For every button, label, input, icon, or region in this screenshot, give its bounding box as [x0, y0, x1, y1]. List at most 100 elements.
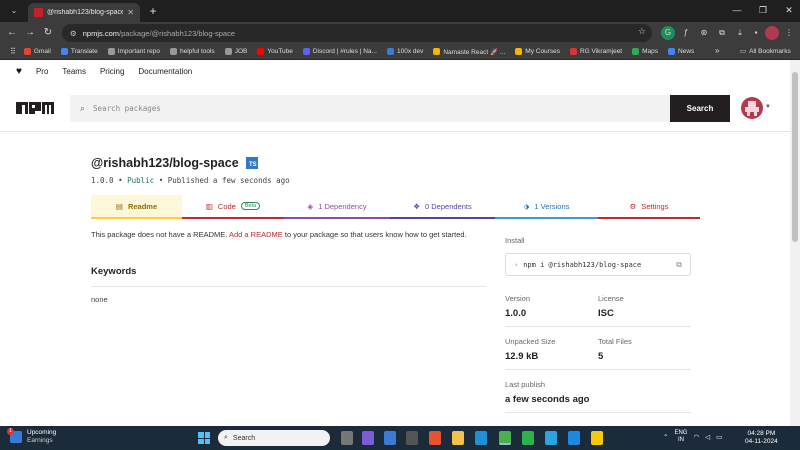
vscode-icon[interactable] — [568, 431, 580, 445]
search-icon: ⌕ — [80, 103, 86, 113]
gear-icon: ⚙ — [629, 201, 637, 211]
reload-icon[interactable]: ↻ — [40, 25, 56, 41]
unpacked-size-label: Unpacked Size — [505, 337, 556, 346]
bookmarks-overflow-button[interactable]: » — [715, 46, 719, 55]
tab-code[interactable]: ▥ Code Beta — [182, 195, 284, 219]
page-scrollbar[interactable] — [790, 60, 800, 426]
close-window-icon[interactable]: ✕ — [778, 2, 800, 18]
browser-tab-active[interactable]: @rishabh123/blog-space - npm ✕ — [28, 3, 140, 22]
keywords-value: none — [91, 295, 108, 304]
bookmark-star-icon[interactable]: ☆ — [638, 26, 646, 37]
wifi-icon[interactable]: ◠ — [693, 433, 699, 441]
extension-icon[interactable]: ⊛ — [697, 26, 711, 40]
bookmark-item[interactable]: JOB — [224, 48, 247, 56]
extension-icon[interactable]: ƒ — [679, 26, 693, 40]
add-readme-link[interactable]: Add a README — [229, 230, 283, 239]
nav-documentation[interactable]: Documentation — [138, 67, 192, 76]
menu-kebab-icon[interactable]: ⋮ — [782, 26, 796, 40]
volume-icon[interactable]: ◁ — [705, 433, 710, 441]
typescript-badge-icon: TS — [245, 157, 258, 169]
address-bar[interactable]: ⚙ npmjs.com/package/@rishabh123/blog-spa… — [62, 24, 652, 42]
tab-versions[interactable]: ⬗ 1 Versions — [495, 195, 598, 219]
taskbar-search[interactable]: ⌕ Search — [218, 430, 330, 446]
back-icon[interactable]: ← — [4, 25, 20, 41]
telegram-icon[interactable] — [545, 431, 557, 445]
apps-grid-icon[interactable]: ⠿ — [10, 47, 16, 56]
bookmark-favicon-icon — [257, 48, 265, 55]
search-box: ⌕ — [70, 95, 670, 122]
sticky-notes-icon[interactable] — [591, 431, 603, 445]
bookmark-item[interactable]: RG Vikramjeet — [569, 48, 622, 56]
copilot-icon[interactable] — [362, 431, 374, 445]
bookmark-favicon-icon — [386, 48, 394, 55]
package-name: @rishabh123/blog-space — [91, 156, 239, 170]
whatsapp-icon[interactable] — [522, 431, 534, 445]
bookmark-item[interactable]: 100x dev — [386, 48, 423, 56]
store-app-icon[interactable] — [406, 431, 418, 445]
task-view-icon[interactable] — [341, 431, 353, 445]
forward-icon[interactable]: → — [22, 25, 38, 41]
bookmark-item[interactable]: News — [668, 48, 694, 56]
file-icon: ▤ — [115, 201, 123, 211]
box-icon: ◈ — [307, 201, 314, 211]
scrollbar-thumb[interactable] — [792, 72, 798, 242]
avatar-dropdown-chevron-icon[interactable]: ▼ — [765, 104, 771, 110]
language-indicator[interactable]: ENG IN — [674, 430, 687, 444]
tab-close-icon[interactable]: ✕ — [127, 8, 134, 17]
search-icon: ⌕ — [224, 434, 228, 441]
bookmark-item[interactable]: Gmail — [23, 48, 51, 56]
tab-dependencies[interactable]: ◈ 1 Dependency — [284, 195, 390, 219]
install-command-box[interactable]: › npm i @rishabh123/blog-space ⧉ — [505, 253, 691, 276]
bookmark-item[interactable]: Important repo — [107, 48, 160, 56]
version-label: Version — [505, 294, 531, 303]
bookmark-item[interactable]: YouTube — [257, 48, 293, 56]
nav-pro[interactable]: Pro — [36, 67, 48, 76]
site-info-icon[interactable]: ⚙ — [70, 29, 77, 38]
bookmark-list: Gmail Translate Important repo helpful tool… — [23, 48, 704, 56]
windows-start-icon[interactable] — [198, 432, 210, 444]
npm-logo[interactable] — [16, 102, 54, 114]
bookmark-item[interactable]: Namaste React 🚀 ... — [433, 48, 505, 56]
bookmark-item[interactable]: Translate — [60, 48, 98, 56]
edge-browser-icon[interactable] — [475, 431, 487, 445]
tab-readme[interactable]: ▤ Readme — [91, 195, 182, 219]
new-tab-button[interactable]: + — [146, 3, 160, 19]
maximize-icon[interactable]: ❐ — [752, 2, 774, 18]
extension-icon[interactable]: ▪ — [749, 26, 763, 40]
brave-browser-icon[interactable] — [429, 431, 441, 445]
all-bookmarks-button[interactable]: ▭ All Bookmarks — [740, 47, 791, 56]
nav-pricing[interactable]: Pricing — [100, 67, 124, 76]
profile-avatar-icon[interactable] — [765, 26, 779, 40]
file-explorer-icon[interactable] — [452, 431, 464, 445]
calendar-app-icon[interactable] — [384, 431, 396, 445]
tab-search-chevron-icon[interactable]: ⌄ — [6, 4, 22, 18]
keywords-heading: Keywords — [91, 266, 137, 277]
tray-chevron-up-icon[interactable]: ⌃ — [663, 433, 668, 441]
total-files-label: Total Files — [598, 337, 632, 346]
tab-dependents[interactable]: ❖ 0 Dependents — [390, 195, 495, 219]
weather-widget[interactable]: 1 Upcoming Earnings — [7, 428, 56, 445]
extensions-puzzle-icon[interactable]: ⧉ — [715, 26, 729, 40]
bookmark-item[interactable]: Maps — [632, 48, 658, 56]
heart-icon[interactable]: ♥ — [16, 66, 22, 77]
battery-icon[interactable]: ▭ — [716, 433, 722, 441]
top-nav: ♥ Pro Teams Pricing Documentation — [0, 60, 790, 82]
bookmark-item[interactable]: helpful tools — [169, 48, 215, 56]
download-icon[interactable]: ⤓ — [733, 26, 747, 40]
install-command: npm i @rishabh123/blog-space — [523, 260, 642, 269]
minimize-icon[interactable]: — — [726, 2, 748, 18]
bookmark-favicon-icon — [23, 48, 31, 55]
search-button[interactable]: Search — [670, 95, 730, 122]
system-tray: ⌃ ENG IN ◠ ◁ ▭ — [663, 430, 722, 444]
user-avatar[interactable] — [741, 97, 763, 119]
chrome-browser-icon[interactable] — [499, 431, 511, 445]
taskbar-clock[interactable]: 04:28 PM 04-11-2024 — [745, 430, 778, 446]
bookmark-item[interactable]: Discord | #rules | Na... — [302, 48, 377, 56]
tab-settings[interactable]: ⚙ Settings — [598, 195, 700, 219]
beta-badge: Beta — [240, 202, 261, 210]
grammarly-extension-icon[interactable]: G — [661, 26, 675, 40]
bookmark-item[interactable]: My Courses — [515, 48, 560, 56]
copy-icon[interactable]: ⧉ — [676, 260, 682, 270]
nav-teams[interactable]: Teams — [62, 67, 86, 76]
search-input[interactable] — [93, 104, 594, 113]
